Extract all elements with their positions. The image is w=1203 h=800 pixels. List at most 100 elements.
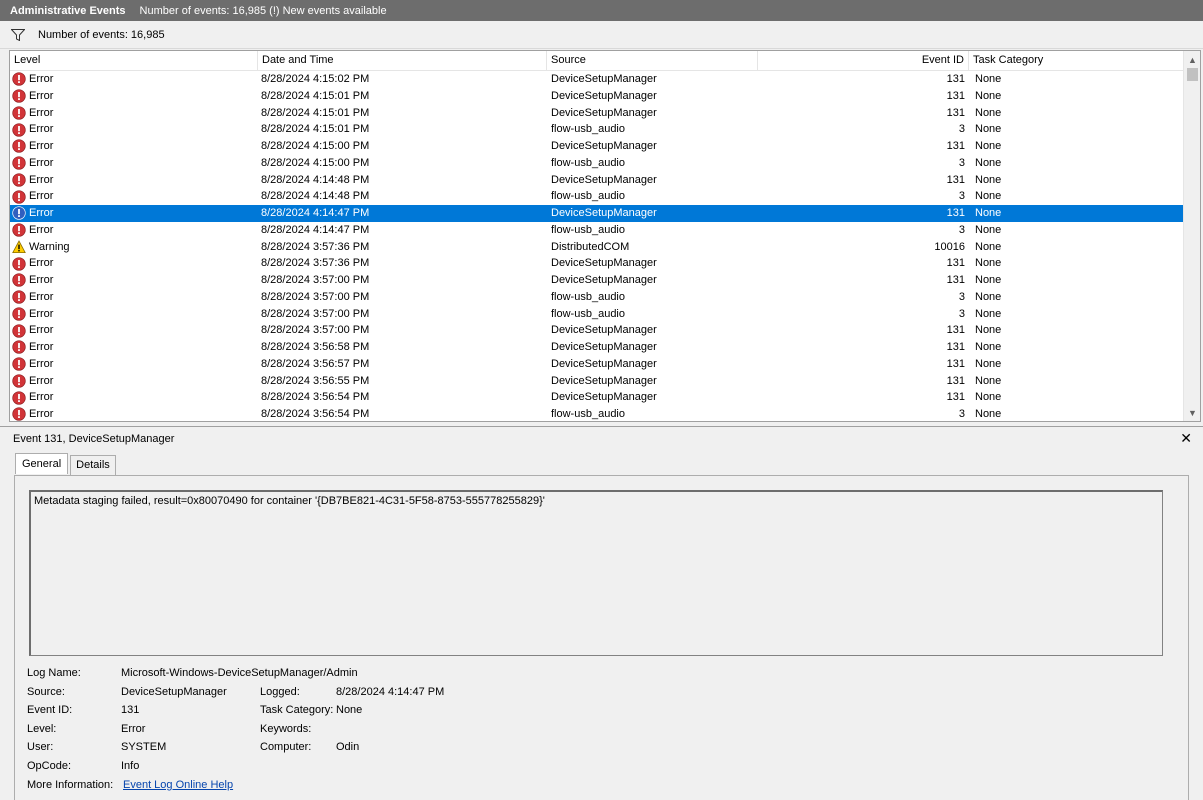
level-text: Error xyxy=(29,173,54,186)
cell-date: 8/28/2024 3:56:54 PM xyxy=(261,408,370,420)
error-icon xyxy=(12,256,26,271)
level-text: Error xyxy=(29,290,54,303)
cell-level: Error xyxy=(12,322,258,339)
table-row[interactable]: Error 8/28/2024 4:15:00 PM DeviceSetupMana… xyxy=(10,138,1184,155)
column-header-date[interactable]: Date and Time xyxy=(258,51,547,71)
info-icon xyxy=(12,206,26,221)
computer-value: Odin xyxy=(336,741,360,754)
table-row[interactable]: Error 8/28/2024 4:14:47 PM DeviceSetupMana… xyxy=(10,205,1184,222)
close-icon[interactable]: ✕ xyxy=(1180,430,1192,447)
general-tab-panel: Metadata staging failed, result=0x800704… xyxy=(14,475,1189,800)
cell-event-id: 131 xyxy=(946,274,965,286)
cell-task-category: None xyxy=(975,341,1002,353)
error-icon xyxy=(12,323,26,338)
scroll-down-arrow[interactable]: ▼ xyxy=(1184,404,1200,421)
table-row[interactable]: Error 8/28/2024 3:56:58 PM DeviceSetupMana… xyxy=(10,339,1184,356)
table-row[interactable]: Error 8/28/2024 4:14:47 PM flow-usb_audio 3… xyxy=(10,222,1184,239)
cell-task-category: None xyxy=(975,274,1002,286)
level-text: Error xyxy=(29,207,54,219)
table-row[interactable]: Error 8/28/2024 4:15:00 PM flow-usb_audio 3… xyxy=(10,155,1184,172)
level-text: Error xyxy=(29,140,54,152)
column-header-task-category[interactable]: Task Category xyxy=(969,51,1184,71)
cell-source: flow-usb_audio xyxy=(551,408,625,420)
table-row[interactable]: Error 8/28/2024 4:15:01 PM DeviceSetupMana… xyxy=(10,88,1184,105)
table-row[interactable]: Error 8/28/2024 3:57:00 PM DeviceSetupMana… xyxy=(10,322,1184,339)
table-row[interactable]: Error 8/28/2024 3:56:55 PM DeviceSetupMana… xyxy=(10,373,1184,390)
tab-details[interactable]: Details xyxy=(70,455,116,475)
cell-event-id: 131 xyxy=(946,89,965,102)
cell-level: Error xyxy=(12,255,258,272)
cell-date: 8/28/2024 3:57:00 PM xyxy=(261,307,370,320)
table-row[interactable]: Error 8/28/2024 3:56:57 PM DeviceSetupMana… xyxy=(10,356,1184,373)
level-text: Error xyxy=(29,106,54,119)
cell-event-id: 131 xyxy=(946,324,965,337)
cell-source: flow-usb_audio xyxy=(551,290,625,303)
vertical-scrollbar[interactable]: ▲ ▼ xyxy=(1183,51,1200,421)
scroll-thumb[interactable] xyxy=(1187,68,1198,81)
table-header: Level Date and Time Source Event ID Task… xyxy=(10,51,1184,71)
table-row[interactable]: Error 8/28/2024 4:14:48 PM DeviceSetupMana… xyxy=(10,172,1184,189)
cell-level: Error xyxy=(12,339,258,356)
level-text: Error xyxy=(29,223,54,236)
table-row[interactable]: Error 8/28/2024 3:57:00 PM flow-usb_audio 3… xyxy=(10,289,1184,306)
computer-label: Computer: xyxy=(260,741,312,754)
cell-task-category: None xyxy=(975,324,1002,337)
cell-task-category: None xyxy=(975,357,1002,370)
table-row[interactable]: Error 8/28/2024 4:15:01 PM flow-usb_audio 3… xyxy=(10,121,1184,138)
cell-task-category: None xyxy=(975,156,1002,169)
cell-task-category: None xyxy=(975,123,1002,136)
cell-level: Error xyxy=(12,222,258,239)
cell-level: Error xyxy=(12,155,258,172)
table-row[interactable]: Error 8/28/2024 4:15:02 PM DeviceSetupMana… xyxy=(10,71,1184,88)
scroll-up-arrow[interactable]: ▲ xyxy=(1184,51,1200,68)
table-row[interactable]: Error 8/28/2024 3:56:54 PM DeviceSetupMana… xyxy=(10,389,1184,406)
table-row[interactable]: Error 8/28/2024 4:14:48 PM flow-usb_audio 3… xyxy=(10,188,1184,205)
cell-level: Error xyxy=(12,289,258,306)
table-row[interactable]: Error 8/28/2024 3:56:54 PM flow-usb_audio 3… xyxy=(10,406,1184,421)
cell-level: Error xyxy=(12,389,258,406)
table-row[interactable]: Error 8/28/2024 3:57:00 PM DeviceSetupMana… xyxy=(10,272,1184,289)
event-log-online-help-link[interactable]: Event Log Online Help xyxy=(123,776,233,795)
table-row[interactable]: Warning 8/28/2024 3:57:36 PM DistributedCO… xyxy=(10,239,1184,256)
cell-task-category: None xyxy=(975,391,1002,404)
log-name-label: Log Name: xyxy=(27,667,81,679)
prop-row-level: Level: Error Keywords: xyxy=(27,720,727,739)
cell-event-id: 3 xyxy=(958,408,965,420)
error-icon xyxy=(12,156,26,170)
event-message-box[interactable]: Metadata staging failed, result=0x800704… xyxy=(29,490,1163,656)
cell-event-id: 131 xyxy=(946,207,965,219)
table-row[interactable]: Error 8/28/2024 3:57:00 PM flow-usb_audio 3… xyxy=(10,306,1184,323)
error-icon xyxy=(12,72,26,87)
event-properties: Log Name: Microsoft-Windows-DeviceSetupM… xyxy=(27,664,727,794)
cell-source: DeviceSetupManager xyxy=(551,207,657,219)
user-label: User: xyxy=(27,741,54,754)
level-text: Error xyxy=(29,324,54,337)
level-text: Error xyxy=(29,341,54,353)
tab-general[interactable]: General xyxy=(15,453,69,474)
error-icon xyxy=(12,307,26,321)
cell-task-category: None xyxy=(975,240,1002,253)
column-header-source[interactable]: Source xyxy=(547,51,758,71)
cell-source: DeviceSetupManager xyxy=(551,257,657,270)
cell-source: DeviceSetupManager xyxy=(551,374,657,387)
table-row[interactable]: Error 8/28/2024 3:57:36 PM DeviceSetupMana… xyxy=(10,255,1184,272)
level-text: Error xyxy=(29,190,54,203)
filter-icon[interactable] xyxy=(11,28,25,41)
user-value: SYSTEM xyxy=(121,741,167,754)
events-table[interactable]: Level Date and Time Source Event ID Task… xyxy=(9,50,1201,422)
column-header-level[interactable]: Level xyxy=(10,51,258,71)
cell-level: Error xyxy=(12,138,258,155)
column-header-event-id[interactable]: Event ID xyxy=(758,51,969,71)
cell-event-id: 131 xyxy=(946,391,965,404)
cell-task-category: None xyxy=(975,140,1002,152)
error-icon xyxy=(12,290,26,304)
table-row[interactable]: Error 8/28/2024 4:15:01 PM DeviceSetupMana… xyxy=(10,105,1184,122)
cell-event-id: 3 xyxy=(958,223,965,236)
logged-value: 8/28/2024 4:14:47 PM xyxy=(336,685,445,698)
table-body: Error 8/28/2024 4:15:02 PM DeviceSetupMana… xyxy=(10,71,1184,421)
cell-date: 8/28/2024 4:15:02 PM xyxy=(261,73,370,85)
task-category-label: Task Category: xyxy=(260,704,334,717)
cell-task-category: None xyxy=(975,73,1002,85)
cell-level: Error xyxy=(12,356,258,373)
cell-task-category: None xyxy=(975,106,1002,119)
